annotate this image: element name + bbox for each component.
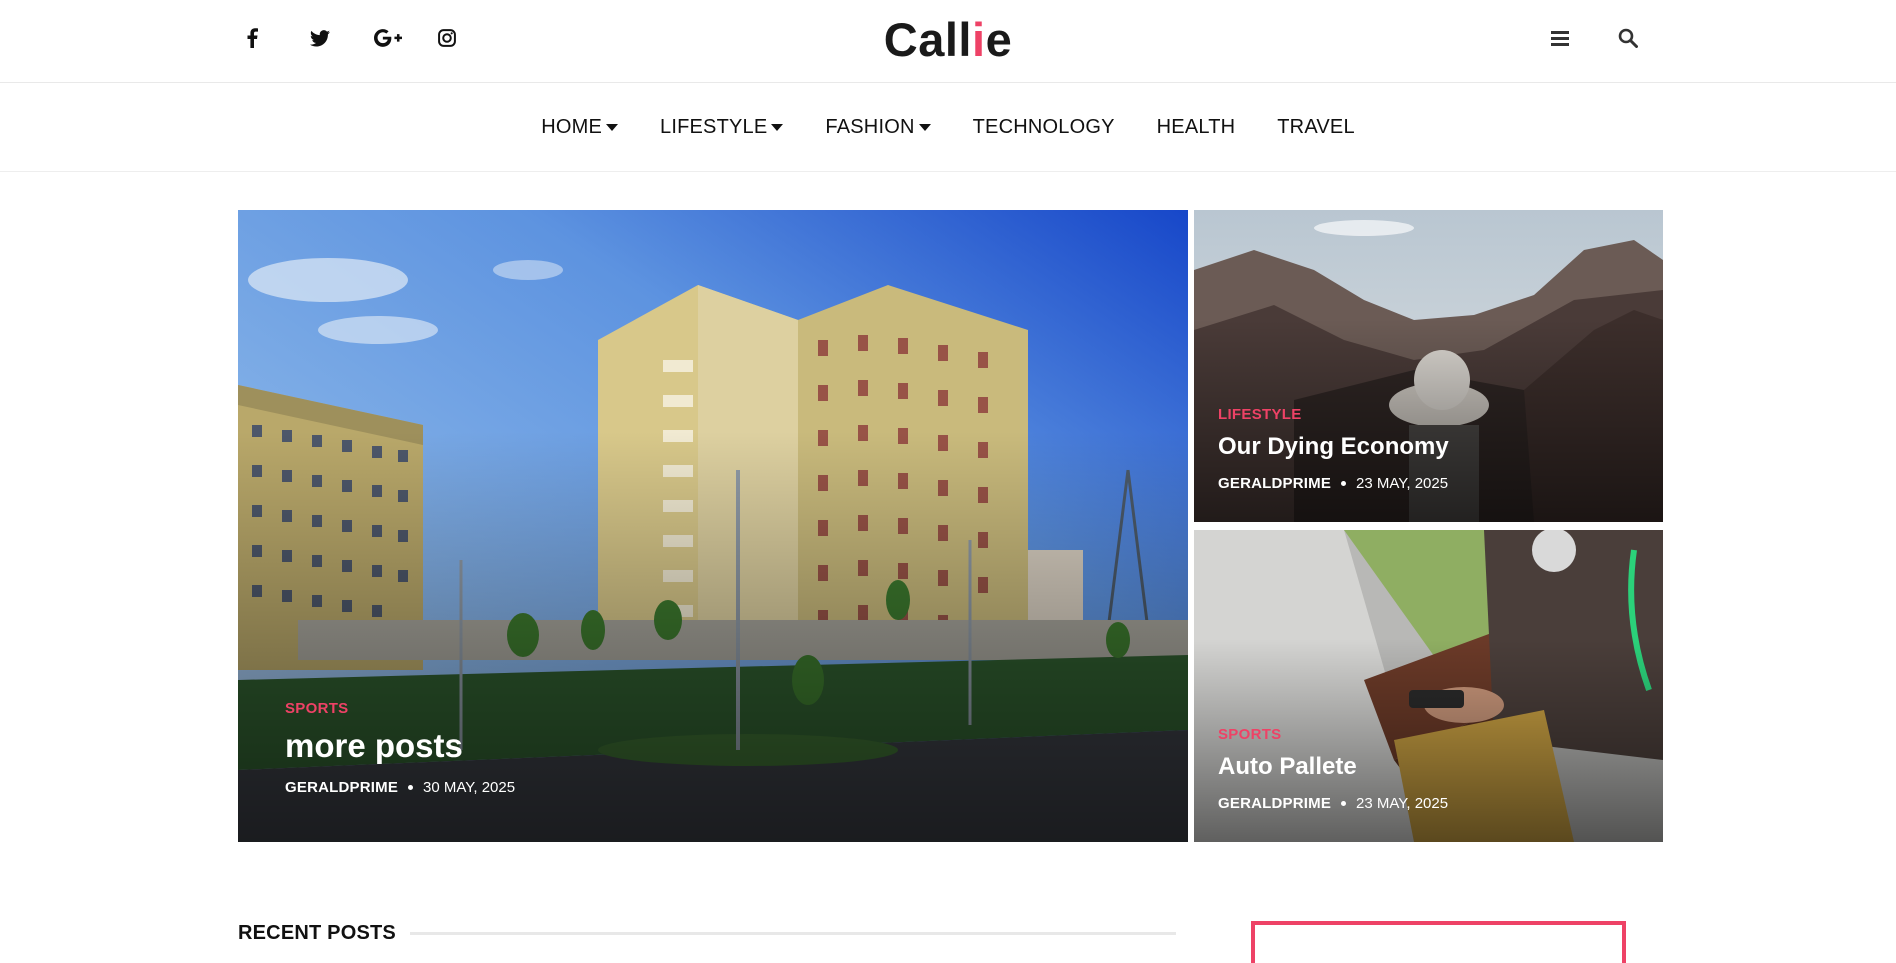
caret-down-icon	[771, 123, 784, 131]
main-nav: HOME LIFESTYLE FASHION TECHNOLOGY HEALTH…	[0, 83, 1896, 172]
post-title[interactable]: Auto Pallete	[1218, 753, 1639, 781]
sidebar-widget	[1251, 921, 1626, 963]
post-byline: GERALDPRIME 23 MAY, 2025	[1218, 795, 1639, 812]
featured-post-side-1[interactable]: LIFESTYLE Our Dying Economy GERALDPRIME …	[1194, 210, 1663, 522]
logo-text-end: e	[985, 13, 1013, 66]
caret-down-icon	[918, 123, 931, 131]
logo-text-main: Call	[883, 13, 972, 66]
separator-dot	[1341, 801, 1347, 806]
nav-item-health[interactable]: HEALTH	[1136, 116, 1257, 139]
menu-icon[interactable]	[1548, 24, 1572, 52]
nav-item-label: LIFESTYLE	[660, 115, 768, 138]
post-date: 23 MAY, 2025	[1356, 475, 1449, 492]
post-meta: LIFESTYLE Our Dying Economy GERALDPRIME …	[1194, 406, 1663, 522]
post-date: 23 MAY, 2025	[1356, 795, 1449, 812]
post-category[interactable]: SPORTS	[1218, 726, 1639, 743]
header-actions	[1548, 24, 1640, 52]
post-title[interactable]: more posts	[285, 727, 1141, 765]
nav-item-travel[interactable]: TRAVEL	[1256, 116, 1376, 139]
nav-item-label: FASHION	[825, 115, 915, 138]
caret-down-icon	[606, 123, 618, 131]
section-title: RECENT POSTS	[238, 922, 396, 944]
post-category[interactable]: SPORTS	[285, 700, 1141, 717]
post-meta: SPORTS Auto Pallete GERALDPRIME 23 MAY, …	[1194, 726, 1663, 842]
post-title[interactable]: Our Dying Economy	[1218, 433, 1639, 461]
recent-posts-header: RECENT POSTS	[238, 922, 1176, 945]
nav-item-label: HOME	[541, 115, 602, 138]
featured-post-side-2[interactable]: SPORTS Auto Pallete GERALDPRIME 23 MAY, …	[1194, 530, 1663, 842]
nav-item-fashion[interactable]: FASHION	[804, 116, 951, 139]
separator-dot	[408, 785, 414, 790]
logo-text-accent: i	[972, 13, 986, 66]
post-category[interactable]: LIFESTYLE	[1218, 406, 1639, 423]
post-byline: GERALDPRIME 30 MAY, 2025	[285, 779, 1141, 796]
nav-item-label: TECHNOLOGY	[972, 115, 1115, 138]
featured-post-main[interactable]: SPORTS more posts GERALDPRIME 30 MAY, 20…	[238, 210, 1188, 842]
nav-item-technology[interactable]: TECHNOLOGY	[952, 116, 1136, 139]
top-header: Callie	[0, 0, 1896, 83]
post-author[interactable]: GERALDPRIME	[1218, 475, 1331, 492]
nav-item-label: HEALTH	[1156, 115, 1236, 138]
post-byline: GERALDPRIME 23 MAY, 2025	[1218, 475, 1639, 492]
separator-dot	[1341, 481, 1347, 486]
nav-item-label: TRAVEL	[1277, 115, 1355, 138]
nav-item-lifestyle[interactable]: LIFESTYLE	[639, 116, 804, 139]
section-divider	[409, 932, 1176, 935]
post-author[interactable]: GERALDPRIME	[1218, 795, 1331, 812]
nav-item-home[interactable]: HOME	[520, 116, 639, 139]
post-meta: SPORTS more posts GERALDPRIME 30 MAY, 20…	[238, 700, 1188, 842]
post-date: 30 MAY, 2025	[423, 779, 516, 796]
search-icon[interactable]	[1616, 24, 1640, 52]
post-author[interactable]: GERALDPRIME	[285, 779, 398, 796]
